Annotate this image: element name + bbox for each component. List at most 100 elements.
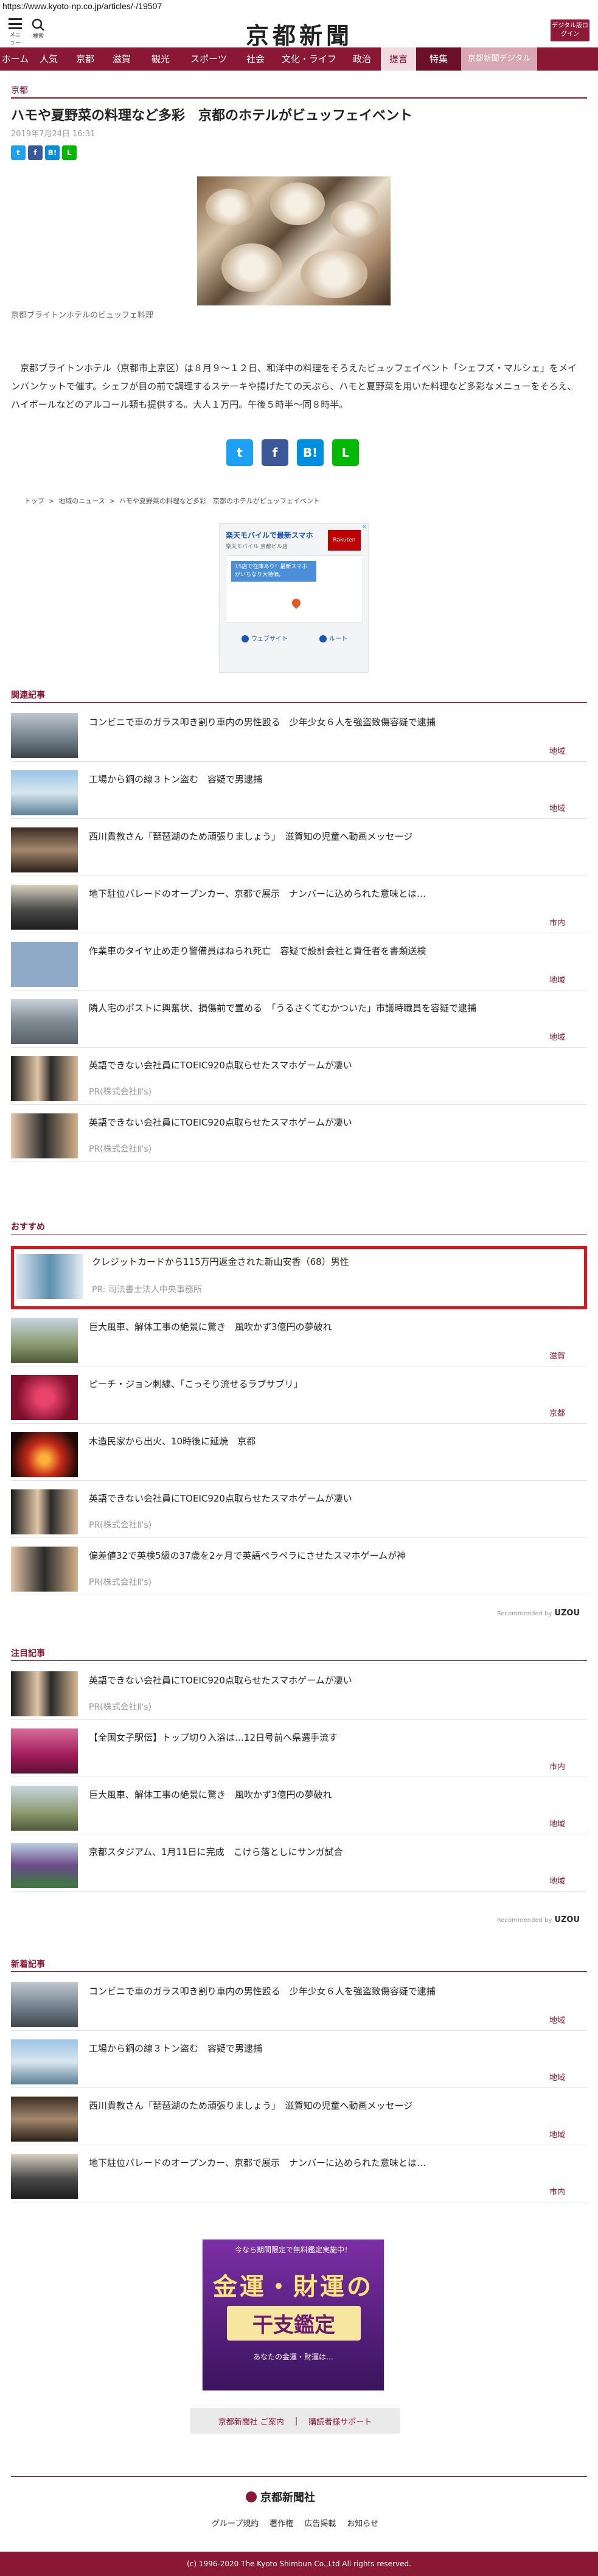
footer-nav-group[interactable]: グループ規約 (212, 2517, 259, 2529)
nav-society[interactable]: 社会 (236, 47, 275, 71)
uzou-attribution[interactable]: Recommended by UZOU (497, 1609, 580, 1618)
list-item-title[interactable]: 京都スタジアム、1月11日に完成 こけら落としにサンガ試合 (89, 1845, 575, 1859)
list-item[interactable]: 作業車のタイヤ止め走り警備員はねられ死亡 容疑で設計会社と責任者を書類送検 地域 (11, 935, 587, 990)
list-item[interactable]: 英語できない会社員にTOEIC920点取らせたスマホゲームが凄い PR(株式会社… (11, 1482, 587, 1538)
list-item[interactable]: 地下駐位パレードのオープンカー、京都で展示 ナンバーに込められた意味とは… 市内 (11, 2146, 587, 2202)
twitter-share-icon[interactable]: t (226, 439, 253, 466)
hatena-share-icon[interactable]: B! (297, 439, 324, 466)
article-category[interactable]: 京都 (11, 84, 28, 96)
thumbnail (11, 1786, 78, 1831)
list-item-title[interactable]: 巨大風車、解体工事の絶景に驚き 風吹かず3億円の夢破れ (89, 1788, 575, 1801)
list-item[interactable]: 地下駐位パレードのオープンカー、京都で展示 ナンバーに込められた意味とは… 市内 (11, 877, 587, 933)
list-item[interactable]: 英語できない会社員にTOEIC920点取らせたスマホゲームが凄い PR(株式会社… (11, 1049, 587, 1105)
list-item[interactable]: 西川貴教さん「琵琶湖のため頑張りましょう」 滋賀知の児童へ動画メッセージ 地域 (11, 2089, 587, 2145)
ad-website-link[interactable]: ウェブサイト (242, 633, 288, 642)
footer-nav-advertising[interactable]: 広告掲載 (304, 2517, 336, 2529)
list-item[interactable]: 【全国女子駅伝】トップ切り入浴は…12日号前へ県選手流す 市内 (11, 1721, 587, 1777)
list-item-title[interactable]: コンビニで車のガラス叩き割り車内の男性殴る 少年少女６人を強盗致傷容疑で逮捕 (89, 1985, 575, 1998)
nav-sightseeing[interactable]: 観光 (140, 47, 181, 71)
facebook-share-icon[interactable]: f (262, 439, 288, 466)
nav-opinion[interactable]: 提言 (381, 47, 416, 71)
list-item[interactable]: 京都スタジアム、1月11日に完成 こけら落としにサンガ試合 地域 (11, 1836, 587, 1892)
list-item-title[interactable]: 工場から銅の線３トン盗む 容疑で男逮捕 (89, 2042, 575, 2055)
footer-nav-copyright[interactable]: 著作権 (269, 2517, 293, 2529)
list-item-tag: 滋賀 (549, 1352, 565, 1361)
nav-kyoto[interactable]: 京都 (67, 47, 103, 71)
search-button[interactable]: 検索 (29, 18, 47, 40)
list-item-title[interactable]: 地下駐位パレードのオープンカー、京都で展示 ナンバーに込められた意味とは… (89, 887, 575, 900)
list-item[interactable]: 巨大風車、解体工事の絶景に驚き 風吹かず3億円の夢破れ 地域 (11, 1778, 587, 1834)
twitter-share-icon[interactable]: t (11, 145, 26, 160)
nav-shiga[interactable]: 滋賀 (103, 47, 140, 71)
list-item-title[interactable]: 英語できない会社員にTOEIC920点取らせたスマホゲームが凄い (89, 1116, 575, 1129)
digital-login-button[interactable]: デジタル版ログイン (551, 19, 589, 41)
site-logo[interactable]: 京都新聞 (231, 17, 367, 50)
list-item-tag: 市内 (549, 1763, 565, 1772)
list-item-title[interactable]: 英語できない会社員にTOEIC920点取らせたスマホゲームが凄い (89, 1674, 575, 1687)
footer-link-divider: | (294, 2416, 298, 2426)
list-item[interactable]: ピーチ・ジョン刺繍、「こっそり流せるラブサブリ」 京都 (11, 1368, 587, 1424)
article-photo[interactable] (197, 176, 391, 305)
list-item[interactable]: 偏差値32で英検5級の37歳を2ヶ月で英語ペラペラにさせたスマホゲームが神 PR… (11, 1539, 587, 1595)
list-item-tag: 地域 (549, 1820, 565, 1829)
facebook-share-icon[interactable]: f (28, 145, 43, 160)
footer-nav-notices[interactable]: お知らせ (347, 2517, 378, 2529)
ad-map[interactable]: 15店で在庫あり！最新スマホがいちなり大特価。 (226, 555, 363, 622)
list-item-title[interactable]: 工場から銅の線３トン盗む 容疑で男逮捕 (89, 773, 575, 786)
ad-close-icon[interactable]: ✕ (362, 524, 367, 531)
list-item[interactable]: 工場から銅の線３トン盗む 容疑で男逮捕 地域 (11, 763, 587, 819)
nav-culture[interactable]: 文化・ライフ (275, 47, 343, 71)
ad-route-link[interactable]: ルート (319, 633, 347, 642)
list-item-title[interactable]: 作業車のタイヤ止め走り警備員はねられ死亡 容疑で設計会社と責任者を書類送検 (89, 944, 575, 958)
list-item[interactable]: 西川貴教さん「琵琶湖のため頑張りましょう」 滋賀知の児童へ動画メッセージ (11, 820, 587, 876)
ad-title[interactable]: 楽天モバイルで最新スマホ (226, 530, 313, 540)
list-item-title[interactable]: 英語できない会社員にTOEIC920点取らせたスマホゲームが凄い (89, 1059, 575, 1072)
list-item-title[interactable]: 西川貴教さん「琵琶湖のため頑張りましょう」 滋賀知の児童へ動画メッセージ (89, 2099, 575, 2112)
list-item-title[interactable]: コンビニで車のガラス叩き割り車内の男性殴る 少年少女６人を強盗致傷容疑で逮捕 (89, 715, 575, 729)
nav-sports[interactable]: スポーツ (181, 47, 236, 71)
list-item[interactable]: 英語できない会社員にTOEIC920点取らせたスマホゲームが凄い PR(株式会社… (11, 1664, 587, 1720)
list-item[interactable]: コンビニで車のガラス叩き割り車内の男性殴る 少年少女６人を強盗致傷容疑で逮捕 地… (11, 1975, 587, 2031)
list-item-title[interactable]: クレジットカードから115万円返金された新山安香（68）男性 (92, 1255, 579, 1269)
uzou-attribution[interactable]: Recommended by UZOU (497, 1915, 580, 1924)
line-share-icon[interactable]: L (62, 145, 77, 160)
map-ad[interactable]: ✕ 楽天モバイルで最新スマホ 楽天モバイル 京都ビル店 Rakuten 15店で… (219, 523, 369, 673)
category-divider (11, 97, 587, 99)
list-item[interactable]: 隣人宅のポストに興奮状、損傷前で置める 「うるさくてむかついた」市議時職員を容疑… (11, 992, 587, 1048)
list-item-title[interactable]: 木造民家から出火、10時後に延焼 京都 (89, 1435, 575, 1448)
list-item-title[interactable]: 地下駐位パレードのオープンカー、京都で展示 ナンバーに込められた意味とは… (89, 2156, 575, 2170)
list-item[interactable]: コンビニで車のガラス叩き割り車内の男性殴る 少年少女６人を強盗致傷容疑で逮捕 地… (11, 706, 587, 762)
list-item-title[interactable]: 英語できない会社員にTOEIC920点取らせたスマホゲームが凄い (89, 1492, 575, 1505)
line-share-icon[interactable]: L (332, 439, 359, 466)
footer-logo-text: 京都新聞社 (260, 2491, 315, 2504)
sponsor-label: PR(株式会社Ⅱ's) (89, 1144, 152, 1154)
nav-feature[interactable]: 特集 (416, 47, 461, 71)
thumbnail (11, 1671, 78, 1716)
main-nav: ホーム 人気 京都 滋賀 観光 スポーツ 社会 文化・ライフ 政治 提言 特集 … (0, 47, 598, 71)
list-item-title[interactable]: 巨大風車、解体工事の絶景に驚き 風吹かず3億円の夢破れ (89, 1320, 575, 1334)
list-item-title[interactable]: 西川貴教さん「琵琶湖のため頑張りましょう」 滋賀知の児童へ動画メッセージ (89, 830, 575, 843)
list-item[interactable]: 英語できない会社員にTOEIC920点取らせたスマホゲームが凄い PR(株式会社… (11, 1106, 587, 1162)
list-item[interactable]: 巨大風車、解体工事の絶景に驚き 風吹かず3億円の夢破れ 滋賀 (11, 1311, 587, 1366)
footer-logo[interactable]: 京都新聞社 (246, 2489, 315, 2505)
nav-home[interactable]: ホーム (0, 47, 30, 71)
thumbnail (11, 942, 78, 987)
browser-url[interactable]: https://www.kyoto-np.co.jp/articles/-/19… (0, 0, 598, 13)
list-item-title[interactable]: ピーチ・ジョン刺繍、「こっそり流せるラブサブリ」 (89, 1377, 575, 1391)
list-item-title[interactable]: 【全国女子駅伝】トップ切り入浴は…12日号前へ県選手流す (89, 1731, 575, 1744)
breadcrumb-top[interactable]: トップ (24, 497, 44, 505)
hatena-share-icon[interactable]: B! (45, 145, 60, 160)
list-item-title[interactable]: 偏差値32で英検5級の37歳を2ヶ月で英語ペラペラにさせたスマホゲームが神 (89, 1549, 575, 1562)
fortune-ad-banner[interactable]: 今なら期間限定で無料鑑定実施中！ 金運・財運の 干支鑑定 あなたの金運・財運は… (202, 2239, 384, 2391)
list-item[interactable]: 工場から銅の線３トン盗む 容疑で男逮捕 地域 (11, 2032, 587, 2088)
list-item[interactable]: 木造民家から出火、10時後に延焼 京都 (11, 1425, 587, 1481)
nav-digital[interactable]: 京都新聞デジタル (461, 47, 537, 71)
breadcrumb-local[interactable]: 地域のニュース (58, 497, 105, 505)
menu-button[interactable]: メニュー (7, 18, 23, 46)
list-item-title[interactable]: 隣人宅のポストに興奮状、損傷前で置める 「うるさくてむかついた」市議時職員を容疑… (89, 1001, 575, 1015)
company-info-link[interactable]: 京都新聞社 ご案内 (218, 2415, 284, 2427)
nav-popular[interactable]: 人気 (30, 47, 67, 71)
nav-politics[interactable]: 政治 (343, 47, 381, 71)
list-item[interactable]: クレジットカードから115万円返金された新山安香（68）男性 PR: 司法書士法… (11, 1246, 587, 1309)
subscriber-support-link[interactable]: 購読者様サポート (308, 2415, 372, 2427)
